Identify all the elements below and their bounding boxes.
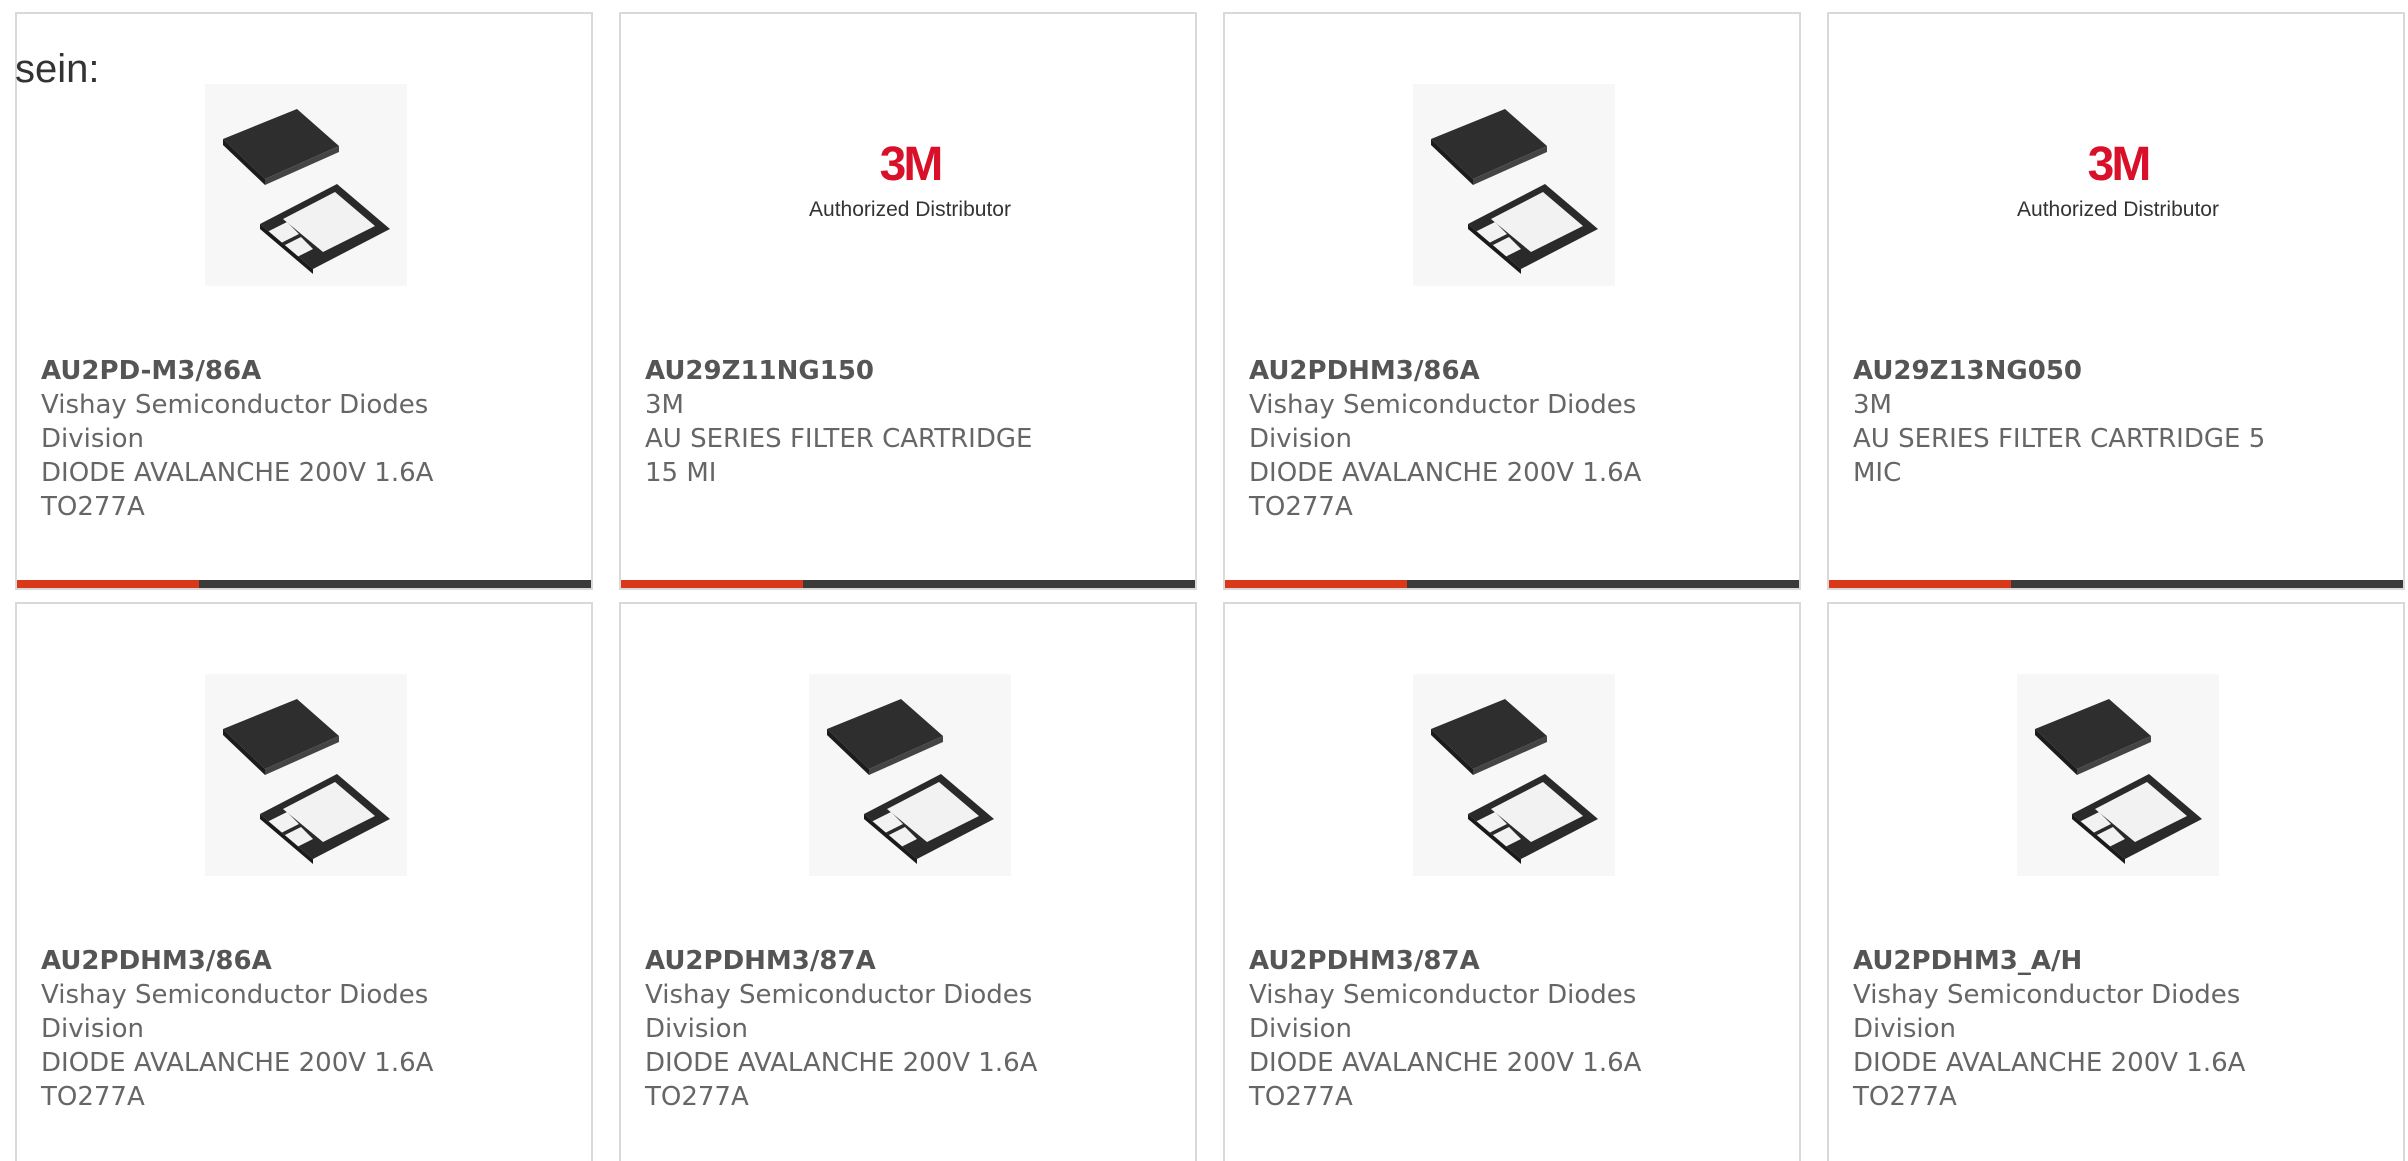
card-footer-accent	[621, 580, 803, 588]
part-number[interactable]: AU29Z11NG150	[645, 354, 1165, 388]
part-number[interactable]: AU2PDHM3/87A	[1249, 944, 1769, 978]
manufacturer: Vishay Semiconductor Diodes	[645, 980, 1033, 1010]
logo-3m-text: 3M	[880, 138, 941, 191]
description-line: TO277A	[1249, 1082, 1353, 1112]
diode-package-image[interactable]	[1413, 84, 1615, 286]
logo-caption: Authorized Distributor	[2017, 198, 2219, 221]
description-line: AU SERIES FILTER CARTRIDGE 5	[1853, 424, 2266, 454]
intro-text: sein:	[15, 47, 100, 91]
description-line: TO277A	[41, 1082, 145, 1112]
card-footer-bar	[1225, 580, 1799, 588]
part-number[interactable]: AU2PD-M3/86A	[41, 354, 561, 388]
product-info: AU2PDHM3/87A Vishay Semiconductor Diodes D…	[1249, 944, 1769, 1114]
description-line: Division	[41, 1014, 145, 1044]
description-line: TO277A	[1853, 1082, 1957, 1112]
part-number[interactable]: AU29Z13NG050	[1853, 354, 2373, 388]
diode-package-image[interactable]	[1413, 674, 1615, 876]
description-line: Division	[1249, 1014, 1353, 1044]
manufacturer: Vishay Semiconductor Diodes	[1853, 980, 2241, 1010]
card-footer-accent	[1225, 580, 1407, 588]
card-footer-accent	[17, 580, 199, 588]
product-card[interactable]: 3M Authorized Distributor AU29Z13NG050 3M AU…	[1827, 12, 2405, 590]
diode-package-image[interactable]	[2017, 674, 2219, 876]
manufacturer: 3M	[1853, 390, 1892, 420]
description-line: DIODE AVALANCHE 200V 1.6A	[645, 1048, 1038, 1078]
description-line: DIODE AVALANCHE 200V 1.6A	[1249, 458, 1642, 488]
description-line: DIODE AVALANCHE 200V 1.6A	[1249, 1048, 1642, 1078]
3m-authorized-distributor-logo[interactable]: 3M Authorized Distributor	[2017, 84, 2219, 286]
description-line: 15 MI	[645, 458, 717, 488]
description-line: Division	[1249, 424, 1353, 454]
part-number[interactable]: AU2PDHM3/87A	[645, 944, 1165, 978]
product-card[interactable]: AU2PDHM3/86A Vishay Semiconductor Diodes D…	[15, 602, 593, 1161]
description-line: MIC	[1853, 458, 1902, 488]
card-footer-bar	[621, 580, 1195, 588]
product-info: AU2PD-M3/86A Vishay Semiconductor Diodes D…	[41, 354, 561, 524]
product-card[interactable]: AU2PDHM3/87A Vishay Semiconductor Diodes D…	[619, 602, 1197, 1161]
3m-authorized-distributor-logo[interactable]: 3M Authorized Distributor	[809, 84, 1011, 286]
part-number[interactable]: AU2PDHM3_A/H	[1853, 944, 2373, 978]
description-line: Division	[1853, 1014, 1957, 1044]
product-info: AU2PDHM3/87A Vishay Semiconductor Diodes D…	[645, 944, 1165, 1114]
description-line: TO277A	[1249, 492, 1353, 522]
description-line: AU SERIES FILTER CARTRIDGE	[645, 424, 1033, 454]
manufacturer: Vishay Semiconductor Diodes	[41, 980, 429, 1010]
card-footer-bar	[1829, 580, 2403, 588]
diode-package-image[interactable]	[809, 674, 1011, 876]
manufacturer: 3M	[645, 390, 684, 420]
product-info: AU2PDHM3/86A Vishay Semiconductor Diodes D…	[1249, 354, 1769, 524]
diode-package-image[interactable]	[205, 84, 407, 286]
description-line: TO277A	[645, 1082, 749, 1112]
card-footer-bar	[17, 580, 591, 588]
description-line: DIODE AVALANCHE 200V 1.6A	[1853, 1048, 2246, 1078]
logo-3m-text: 3M	[2088, 138, 2149, 191]
product-info: AU29Z13NG050 3M AU SERIES FILTER CARTRIDGE…	[1853, 354, 2373, 490]
card-footer-accent	[1829, 580, 2011, 588]
diode-package-image[interactable]	[205, 674, 407, 876]
manufacturer: Vishay Semiconductor Diodes	[41, 390, 429, 420]
part-number[interactable]: AU2PDHM3/86A	[1249, 354, 1769, 388]
description-line: Division	[645, 1014, 749, 1044]
product-card[interactable]: AU2PDHM3/87A Vishay Semiconductor Diodes D…	[1223, 602, 1801, 1161]
product-card[interactable]: 3M Authorized Distributor AU29Z11NG150 3M AU…	[619, 12, 1197, 590]
product-card[interactable]: AU2PDHM3/86A Vishay Semiconductor Diodes D…	[1223, 12, 1801, 590]
description-line: DIODE AVALANCHE 200V 1.6A	[41, 458, 434, 488]
description-line: DIODE AVALANCHE 200V 1.6A	[41, 1048, 434, 1078]
product-info: AU2PDHM3/86A Vishay Semiconductor Diodes D…	[41, 944, 561, 1114]
description-line: Division	[41, 424, 145, 454]
description-line: TO277A	[41, 492, 145, 522]
product-card[interactable]: AU2PDHM3_A/H Vishay Semiconductor Diodes D…	[1827, 602, 2405, 1161]
manufacturer: Vishay Semiconductor Diodes	[1249, 390, 1637, 420]
part-number[interactable]: AU2PDHM3/86A	[41, 944, 561, 978]
logo-caption: Authorized Distributor	[809, 198, 1011, 221]
product-info: AU2PDHM3_A/H Vishay Semiconductor Diodes D…	[1853, 944, 2373, 1114]
product-info: AU29Z11NG150 3M AU SERIES FILTER CARTRIDGE…	[645, 354, 1165, 490]
manufacturer: Vishay Semiconductor Diodes	[1249, 980, 1637, 1010]
product-card[interactable]: AU2PD-M3/86A Vishay Semiconductor Diodes D…	[15, 12, 593, 590]
